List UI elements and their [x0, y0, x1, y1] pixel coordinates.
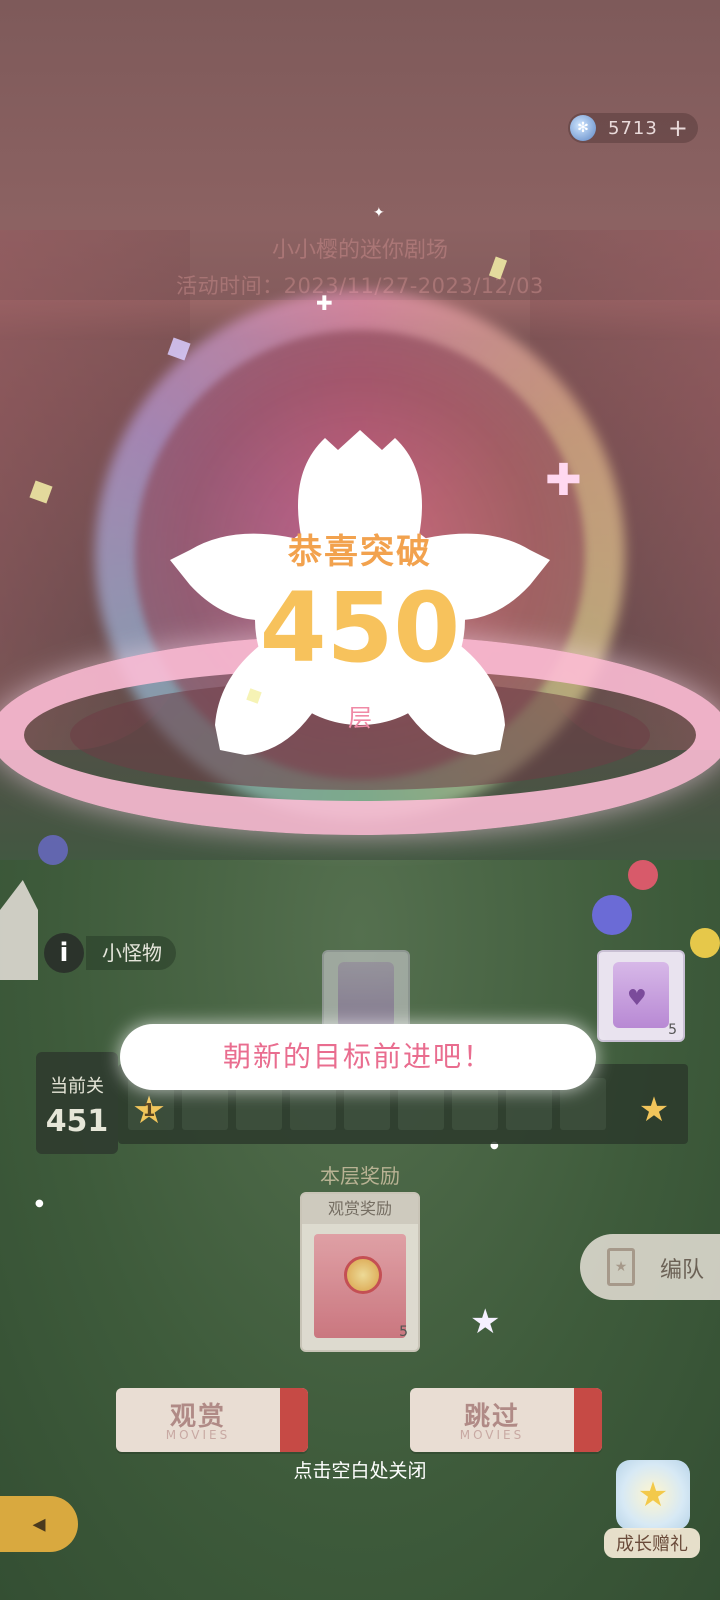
- floor-number: 450: [259, 572, 461, 684]
- reward-count: 5: [399, 1324, 408, 1340]
- skip-sublabel: MOVIES: [459, 1428, 525, 1442]
- watch-reward-card[interactable]: 观赏奖励 5: [300, 1192, 420, 1352]
- current-level-label: 当前关: [50, 1076, 104, 1097]
- sparkle-icon: ●: [35, 1198, 44, 1209]
- encouragement-banner: 朝新的目标前进吧！: [120, 1024, 596, 1090]
- snowflake-coin-icon: ✻: [570, 115, 596, 141]
- star-sparkle-icon: ★: [470, 1302, 501, 1342]
- next-reward-card[interactable]: ♥ 5: [597, 950, 685, 1042]
- goal-star-icon: ★: [638, 1090, 670, 1130]
- growth-gift-icon[interactable]: ★: [616, 1460, 690, 1530]
- close-hint[interactable]: 点击空白处关闭: [0, 1456, 720, 1483]
- floor-unit: 层: [348, 704, 372, 732]
- team-label[interactable]: 编队: [660, 1252, 704, 1284]
- gift-bag-icon: [338, 962, 394, 1028]
- current-level-value: 451: [45, 1104, 109, 1139]
- ticket-stub: [574, 1388, 602, 1452]
- medal-icon: [344, 1256, 382, 1294]
- sparkle-icon: ✦: [373, 205, 385, 221]
- currency-display[interactable]: ✻ 5713 +: [568, 113, 698, 143]
- star-count: 1: [142, 1100, 156, 1121]
- watch-button[interactable]: 观赏 MOVIES: [116, 1388, 308, 1452]
- skip-button[interactable]: 跳过 MOVIES: [410, 1388, 602, 1452]
- heart-icon: ♥: [627, 986, 647, 1011]
- growth-gift-label[interactable]: 成长赠礼: [604, 1528, 700, 1558]
- sparkle-icon: ✚: [316, 291, 333, 315]
- yellow-flower-icon: [690, 928, 720, 958]
- red-flower-icon: [628, 860, 658, 890]
- sparkle-icon: ✚: [545, 455, 582, 506]
- back-arrow-icon[interactable]: ◂: [0, 1496, 78, 1552]
- congrats-heading: 恭喜突破: [288, 532, 432, 572]
- ticket-stub: [280, 1388, 308, 1452]
- next-reward-count: 5: [668, 1022, 677, 1038]
- watch-sublabel: MOVIES: [165, 1428, 231, 1442]
- event-title: 小小樱的迷你剧场: [271, 238, 448, 263]
- card-icon: ★: [607, 1248, 635, 1286]
- purple-flower-icon: [38, 835, 68, 865]
- monster-info-label[interactable]: 小怪物: [86, 936, 176, 970]
- blue-flower-icon: [592, 895, 632, 935]
- add-currency-icon[interactable]: +: [668, 116, 688, 140]
- floor-reward-title: 本层奖励: [320, 1164, 400, 1188]
- star-icon: ★ 1: [129, 1090, 169, 1130]
- info-icon[interactable]: i: [44, 933, 84, 973]
- currency-amount: 5713: [608, 117, 658, 139]
- reward-card-title: 观赏奖励: [302, 1194, 418, 1224]
